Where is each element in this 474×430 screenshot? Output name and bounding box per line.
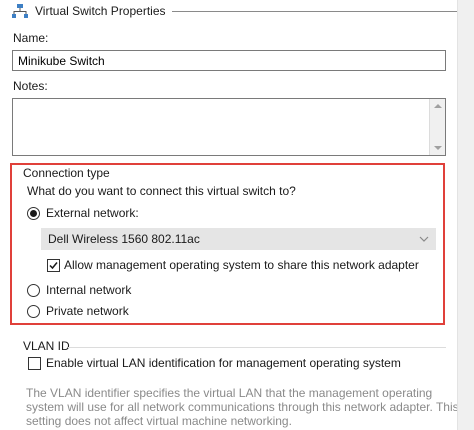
private-network-label[interactable]: Private network [46,304,129,318]
vlan-id-label: VLAN ID [23,339,70,353]
connection-type-label: Connection type [23,166,110,180]
checkmark-icon [49,262,58,270]
enable-vlan-checkbox[interactable] [28,357,41,370]
allow-management-checkbox[interactable] [47,259,60,272]
scroll-up-arrow-icon[interactable] [434,104,442,108]
notes-textarea[interactable] [12,98,446,156]
chevron-down-icon [419,236,429,242]
radio-selected-dot [30,210,37,217]
name-label: Name: [13,31,49,45]
vlan-description-line: The VLAN identifier specifies the virtua… [26,386,433,400]
external-network-label[interactable]: External network: [46,206,139,220]
allow-management-label[interactable]: Allow management operating system to sha… [64,258,419,272]
header-divider [171,10,474,12]
enable-vlan-label[interactable]: Enable virtual LAN identification for ma… [46,356,401,370]
scroll-down-arrow-icon[interactable] [434,146,442,150]
internal-network-radio[interactable] [27,284,40,297]
vlan-divider [68,347,446,348]
name-input[interactable] [12,50,446,71]
vlan-description-line: setting does not affect virtual machine … [26,414,292,428]
external-network-radio[interactable] [27,207,40,220]
section-header: Virtual Switch Properties [12,2,474,20]
private-network-radio[interactable] [27,305,40,318]
vlan-description-line: system will use for all network communic… [26,400,459,414]
network-adapter-dropdown[interactable]: Dell Wireless 1560 802.11ac [41,228,436,250]
window-scrollbar[interactable] [457,0,474,430]
section-title: Virtual Switch Properties [35,4,166,18]
connection-question: What do you want to connect this virtual… [27,184,296,198]
vlan-description: The VLAN identifier specifies the virtua… [26,386,459,428]
network-adapter-value: Dell Wireless 1560 802.11ac [48,232,200,246]
network-switch-icon [12,4,28,18]
internal-network-label[interactable]: Internal network [46,283,131,297]
notes-scrollbar[interactable] [429,99,445,155]
notes-label: Notes: [13,79,48,93]
